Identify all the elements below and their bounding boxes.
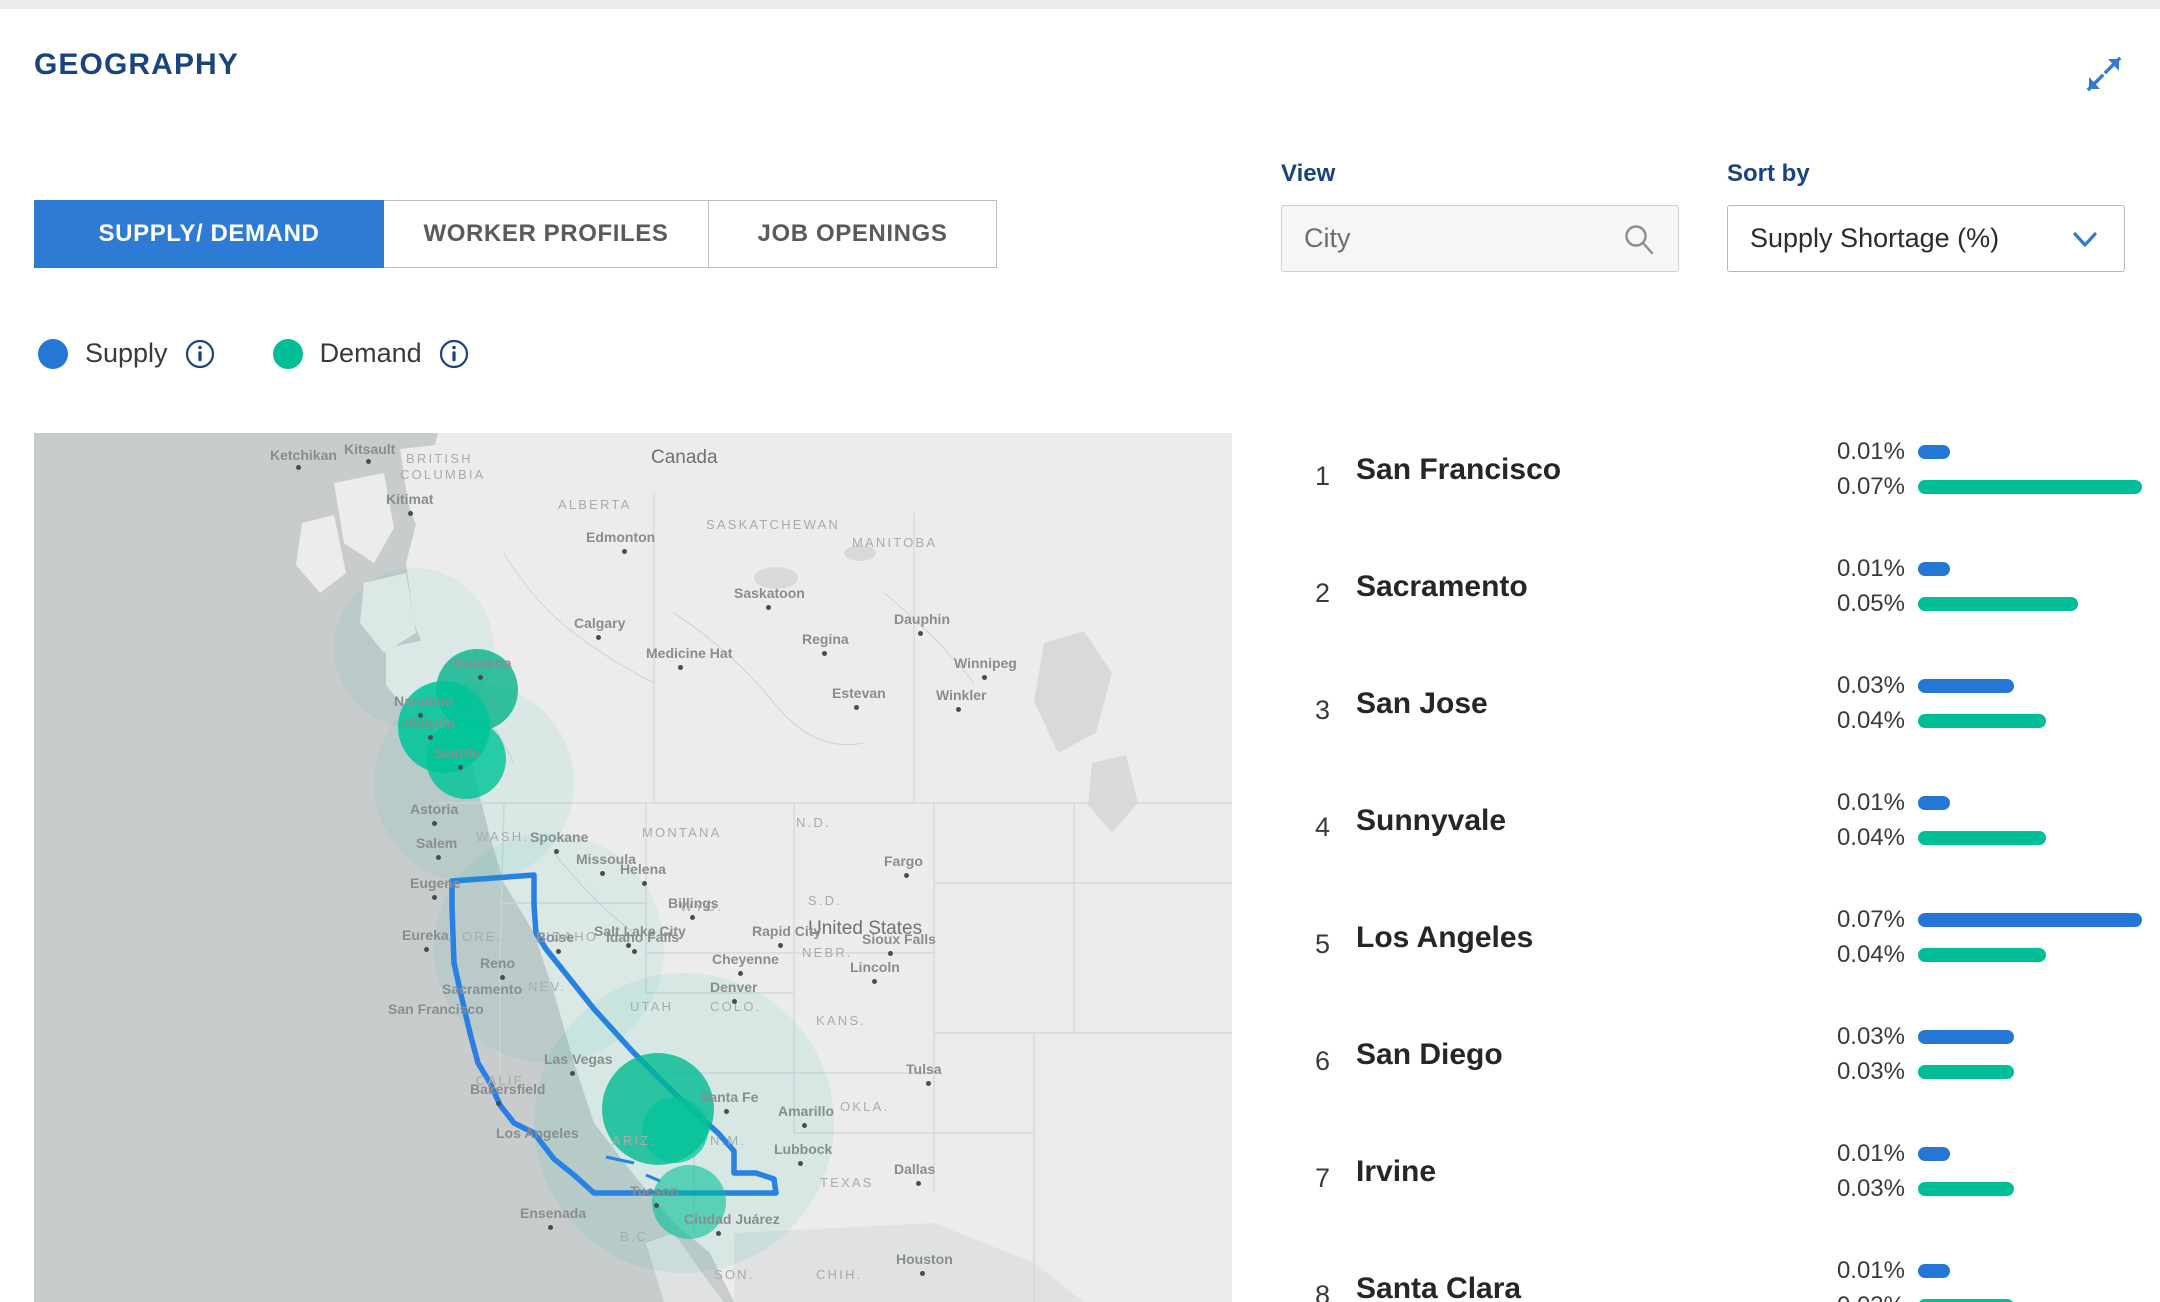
demand-bar-group: 0.04% (1815, 824, 2046, 852)
city-name: Los Angeles (1356, 921, 1534, 954)
city-ranking-list: 1 San Francisco 0.01% 0.07% 2 Sacramento 0.01%… (1290, 425, 2142, 1302)
supply-bar-group: 0.01% (1815, 1257, 1950, 1285)
city-rank-row[interactable]: 1 San Francisco 0.01% 0.07% (1290, 425, 2142, 542)
demand-bar (1918, 831, 2046, 845)
demand-color-dot (272, 338, 303, 369)
supply-bar (1918, 913, 2142, 927)
city-rank-row[interactable]: 2 Sacramento 0.01% 0.05% (1290, 542, 2140, 659)
rank-number: 6 (1314, 1046, 1330, 1076)
city-name: Santa Clara (1356, 1272, 1522, 1302)
sort-by-dropdown[interactable]: Supply Shortage (%) (1727, 205, 2125, 272)
supply-bar-group: 0.03% (1815, 672, 2014, 700)
sort-by-value: Supply Shortage (%) (1750, 223, 2000, 253)
supply-percent-label: 0.01% (1836, 789, 1905, 816)
city-name: Irvine (1356, 1155, 1437, 1188)
rank-number: 8 (1314, 1280, 1330, 1302)
demand-bar-group: 0.04% (1815, 707, 2046, 735)
tab-supply-demand[interactable]: SUPPLY/ DEMAND (34, 200, 384, 268)
demand-bar (1918, 948, 2046, 962)
supply-bar-group: 0.01% (1815, 789, 1950, 817)
info-circle-icon[interactable] (185, 339, 215, 369)
tab-job-openings[interactable]: JOB OPENINGS (709, 200, 997, 268)
city-rank-row[interactable]: 3 San Jose 0.03% 0.04% (1290, 659, 2140, 776)
supply-bar (1918, 1147, 1950, 1161)
demand-bar-group: 0.04% (1815, 941, 2046, 969)
city-name: San Francisco (1356, 453, 1562, 486)
demand-bar (1918, 597, 2078, 611)
supply-percent-label: 0.01% (1836, 438, 1905, 465)
supply-bar-group: 0.01% (1815, 555, 1950, 583)
rank-number: 7 (1314, 1163, 1330, 1193)
supply-bar (1918, 679, 2014, 693)
demand-bar-group: 0.05% (1815, 590, 2078, 618)
city-rank-row[interactable]: 4 Sunnyvale 0.01% 0.04% (1290, 776, 2140, 893)
rank-number: 4 (1314, 812, 1330, 842)
supply-bar (1918, 1030, 2014, 1044)
city-rank-row[interactable]: 6 San Diego 0.03% 0.03% (1290, 1010, 2140, 1127)
sort-by-label: Sort by (1727, 160, 1810, 187)
legend-item-demand: Demand (272, 338, 469, 369)
city-name: San Jose (1356, 687, 1488, 720)
info-circle-icon[interactable] (439, 339, 469, 369)
map-canvas (34, 433, 1232, 1302)
demand-bar (1918, 714, 2046, 728)
supply-color-dot (38, 338, 68, 369)
demand-percent-label: 0.04% (1836, 707, 1905, 734)
top-divider (0, 0, 2160, 9)
demand-percent-label: 0.03% (1836, 1058, 1905, 1085)
search-placeholder: City (1304, 223, 1351, 253)
rank-number: 1 (1314, 461, 1330, 491)
expand-arrows-icon[interactable] (2082, 52, 2126, 96)
legend: Supply Demand (38, 338, 469, 369)
supply-percent-label: 0.07% (1836, 906, 1905, 933)
supply-percent-label: 0.03% (1836, 672, 1905, 699)
demand-bar-group: 0.03% (1815, 1292, 2014, 1302)
city-rank-row[interactable]: 8 Santa Clara 0.01% 0.03% (1290, 1244, 2140, 1302)
demand-bar (1918, 480, 2142, 494)
city-rank-row[interactable]: 7 Irvine 0.01% 0.03% (1290, 1127, 2140, 1244)
demand-percent-label: 0.03% (1836, 1175, 1905, 1202)
geography-map[interactable]: Canada United States BRITISH COLUMBIA AL… (34, 433, 1232, 1302)
demand-percent-label: 0.03% (1815, 1292, 1905, 1302)
demand-percent-label: 0.05% (1836, 590, 1905, 617)
view-tabs: SUPPLY/ DEMAND WORKER PROFILES JOB OPENI… (34, 200, 997, 268)
city-name: San Diego (1356, 1038, 1503, 1071)
demand-bar (1918, 1065, 2014, 1079)
city-name: Sunnyvale (1356, 804, 1507, 837)
rank-number: 3 (1314, 695, 1330, 725)
demand-bar-group: 0.03% (1815, 1175, 2014, 1203)
rank-number: 2 (1314, 578, 1330, 608)
demand-percent-label: 0.07% (1836, 473, 1905, 500)
legend-label-supply: Supply (85, 338, 168, 368)
supply-bar (1918, 1264, 1950, 1278)
supply-percent-label: 0.01% (1836, 1140, 1905, 1167)
geography-panel: GEOGRAPHY SUPPLY/ DEMAND WORKER PROFILES… (0, 0, 2160, 1302)
supply-bar-group: 0.01% (1815, 438, 1950, 466)
demand-bar-group: 0.07% (1815, 473, 2142, 501)
chevron-down-icon (2073, 231, 2097, 247)
legend-item-supply: Supply (38, 338, 215, 369)
tab-worker-profiles[interactable]: WORKER PROFILES (384, 200, 709, 268)
supply-bar (1918, 796, 1950, 810)
view-label: View (1281, 160, 1336, 187)
rank-number: 5 (1314, 929, 1330, 959)
search-icon (1625, 224, 1654, 254)
demand-bar (1918, 1182, 2014, 1196)
page-title: GEOGRAPHY (34, 48, 239, 81)
demand-percent-label: 0.04% (1836, 824, 1905, 851)
demand-bar-group: 0.03% (1815, 1058, 2014, 1086)
supply-bar (1918, 445, 1950, 459)
supply-bar-group: 0.03% (1815, 1023, 2014, 1051)
supply-percent-label: 0.01% (1836, 555, 1905, 582)
supply-bar-group: 0.07% (1815, 906, 2142, 934)
view-search-input[interactable]: City (1281, 205, 1679, 272)
demand-percent-label: 0.04% (1836, 941, 1905, 968)
city-rank-row[interactable]: 5 Los Angeles 0.07% 0.04% (1290, 893, 2142, 1010)
supply-percent-label: 0.01% (1836, 1257, 1905, 1284)
city-name: Sacramento (1356, 570, 1528, 603)
supply-bar-group: 0.01% (1815, 1140, 1950, 1168)
supply-bar (1918, 562, 1950, 576)
legend-label-demand: Demand (319, 338, 422, 368)
supply-percent-label: 0.03% (1836, 1023, 1905, 1050)
